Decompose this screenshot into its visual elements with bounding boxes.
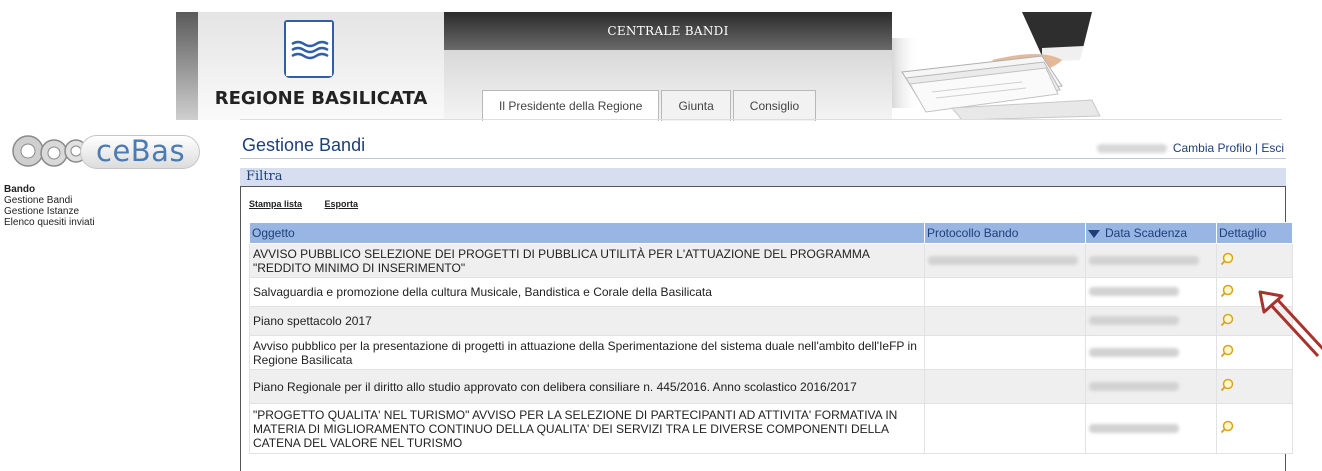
table-row: Avviso pubblico per la presentazione di … [249, 335, 1293, 370]
cell-data-scadenza [1085, 243, 1217, 278]
triangle-down-icon [1088, 229, 1100, 238]
title-divider [240, 158, 1286, 159]
redacted-protocollo [928, 255, 1078, 265]
cell-oggetto: AVVISO PUBBLICO SELEZIONE DEI PROGETTI D… [249, 243, 925, 278]
column-header-dettaglio: Dettaglio [1216, 222, 1293, 244]
table-row: Piano spettacolo 2017 [249, 306, 1293, 336]
magnifier-icon[interactable] [1220, 313, 1234, 327]
tab-consiglio[interactable]: Consiglio [732, 90, 817, 121]
cell-dettaglio [1216, 369, 1293, 404]
cell-data-scadenza [1085, 335, 1217, 370]
esci-link[interactable]: Esci [1261, 141, 1284, 155]
column-header-oggetto[interactable]: Oggetto [249, 222, 925, 244]
magnifier-icon[interactable] [1220, 284, 1234, 298]
region-crest-icon [284, 20, 334, 78]
cell-protocollo [924, 306, 1086, 336]
magnifier-icon[interactable] [1220, 252, 1234, 266]
header-banner: CENTRALE BANDI REGIONE BASILICATA Il Pre… [176, 12, 892, 121]
sidebar-item-elenco-quesiti[interactable]: Elenco quesiti inviati [4, 217, 95, 228]
column-header-data-scadenza-label: Data Scadenza [1105, 226, 1188, 240]
redacted-date [1089, 255, 1199, 265]
magnifier-icon[interactable] [1220, 344, 1234, 358]
cell-protocollo [924, 403, 1086, 454]
cell-data-scadenza [1085, 369, 1217, 404]
cell-protocollo [924, 277, 1086, 307]
sidebar-section-title: Bando [4, 184, 36, 195]
tab-giunta[interactable]: Giunta [661, 90, 731, 121]
cell-oggetto: Salvaguardia e promozione della cultura … [249, 277, 925, 307]
stampa-lista-link[interactable]: Stampa lista [249, 199, 302, 209]
cell-oggetto: Piano Regionale per il diritto allo stud… [249, 369, 925, 404]
redacted-date [1089, 316, 1179, 325]
table-row: "PROGETTO QUALITA' NEL TURISMO" AVVISO P… [249, 403, 1293, 454]
region-name: REGIONE BASILICATA [214, 88, 428, 109]
cell-protocollo [924, 369, 1086, 404]
cell-data-scadenza [1085, 306, 1217, 336]
table-row: AVVISO PUBBLICO SELEZIONE DEI PROGETTI D… [249, 243, 1293, 278]
header-divider [240, 119, 1282, 120]
sidebar-item-gestione-istanze[interactable]: Gestione Istanze [4, 206, 95, 217]
annotation-arrow-icon [1258, 290, 1322, 358]
separator: | [1254, 141, 1258, 155]
cell-data-scadenza [1085, 403, 1217, 454]
filter-bar[interactable]: Filtra [240, 168, 1286, 186]
tab-presidente[interactable]: Il Presidente della Regione [482, 90, 660, 121]
list-actions: Stampa lista Esporta [249, 199, 378, 209]
redacted-date [1089, 347, 1179, 357]
bandi-table: Oggetto Protocollo Bando Data Scadenza D… [249, 222, 1293, 454]
sidebar-menu: Bando Gestione Bandi Gestione Istanze El… [4, 184, 95, 228]
redacted-username [1097, 144, 1168, 154]
cell-protocollo [924, 335, 1086, 370]
magnifier-icon[interactable] [1220, 420, 1234, 434]
table-header-row: Oggetto Protocollo Bando Data Scadenza D… [249, 222, 1293, 244]
user-actions: Cambia Profilo | Esci [1097, 141, 1284, 155]
cell-dettaglio [1216, 403, 1293, 454]
redacted-date [1089, 381, 1179, 391]
cambia-profilo-link[interactable]: Cambia Profilo [1173, 141, 1252, 155]
cell-dettaglio [1216, 243, 1293, 278]
logo-text: ceBas [96, 134, 186, 168]
redacted-date [1089, 287, 1179, 296]
table-row: Piano Regionale per il diritto allo stud… [249, 369, 1293, 404]
cell-protocollo [924, 243, 1086, 278]
column-header-data-scadenza[interactable]: Data Scadenza [1085, 222, 1217, 244]
esporta-link[interactable]: Esporta [325, 199, 359, 209]
sidebar-item-gestione-bandi[interactable]: Gestione Bandi [4, 195, 95, 206]
cebas-logo: ceBas [6, 131, 200, 171]
header-tabs: Il Presidente della Regione Giunta Consi… [482, 90, 818, 121]
results-panel: Stampa lista Esporta Oggetto Protocollo … [240, 186, 1293, 471]
redacted-date [1089, 423, 1179, 433]
banner-title: CENTRALE BANDI [607, 24, 729, 38]
magnifier-icon[interactable] [1220, 378, 1234, 392]
column-header-protocollo[interactable]: Protocollo Bando [924, 222, 1086, 244]
cell-oggetto: Avviso pubblico per la presentazione di … [249, 335, 925, 370]
cell-oggetto: Piano spettacolo 2017 [249, 306, 925, 336]
cell-data-scadenza [1085, 277, 1217, 307]
cell-oggetto: "PROGETTO QUALITA' NEL TURISMO" AVVISO P… [249, 403, 925, 454]
table-row: Salvaguardia e promozione della cultura … [249, 277, 1293, 307]
hand-documents-image [892, 12, 1112, 121]
page-title: Gestione Bandi [242, 135, 366, 155]
